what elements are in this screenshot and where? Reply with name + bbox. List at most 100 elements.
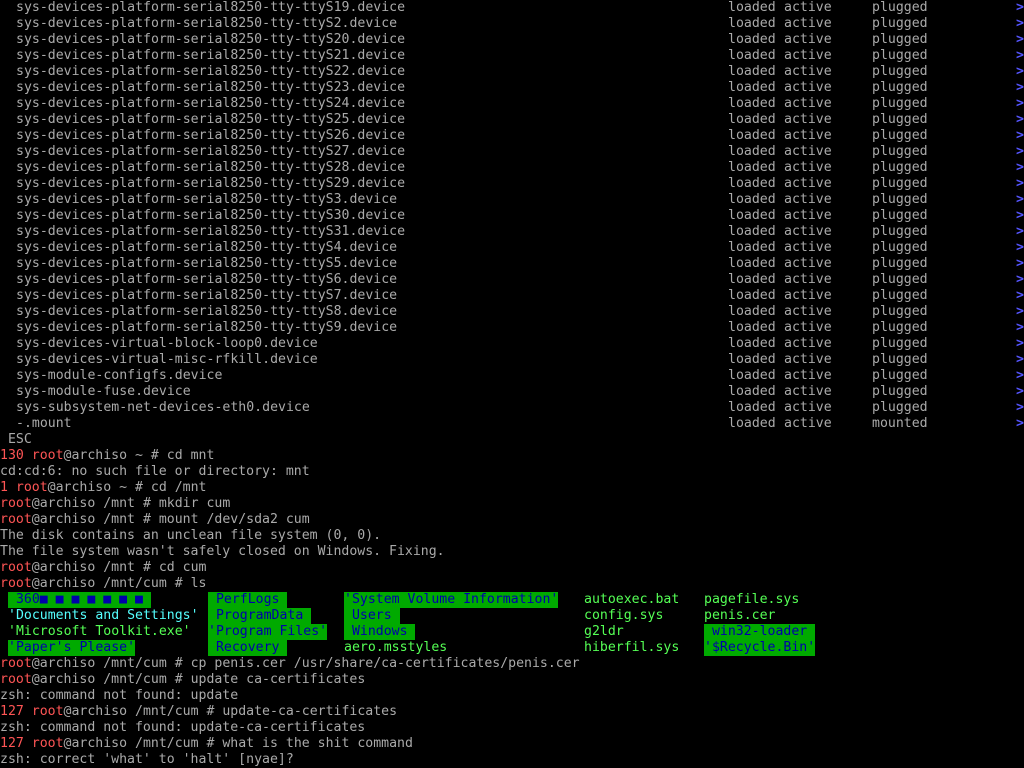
prompt-line: root@archiso /mnt # mkdir cum [0,496,1024,512]
ls-entry[interactable]: autoexec.bat [584,592,679,608]
scroll-right-icon[interactable]: > [1016,112,1024,128]
unit-sub-state: plugged [872,112,928,127]
ls-entry[interactable]: 'Microsoft Toolkit.exe' [8,624,191,640]
ls-entry[interactable]: aero.msstyles [344,640,447,656]
scroll-right-icon[interactable]: > [1016,128,1024,144]
ls-entry[interactable]: pagefile.sys [704,592,799,608]
scroll-right-icon[interactable]: > [1016,400,1024,416]
scroll-right-icon[interactable]: > [1016,336,1024,352]
ls-entry[interactable]: 'Program Files' [208,624,328,640]
scroll-right-icon[interactable]: > [1016,272,1024,288]
scroll-right-icon[interactable]: > [1016,96,1024,112]
unit-active-state: active [784,384,832,399]
unit-name: sys-devices-platform-serial8250-tty-ttyS… [16,128,406,143]
scroll-right-icon[interactable]: > [1016,416,1024,432]
ls-entry[interactable]: Recovery [208,640,288,656]
ls-entry[interactable]: g2ldr [584,624,624,640]
unit-row: sys-subsystem-net-devices-eth0.device loa… [0,400,1024,416]
scroll-right-icon[interactable]: > [1016,192,1024,208]
scroll-right-icon[interactable]: > [1016,64,1024,80]
scroll-right-icon[interactable]: > [1016,176,1024,192]
scroll-right-icon[interactable]: > [1016,80,1024,96]
scroll-right-icon[interactable]: > [1016,48,1024,64]
unit-sub-state: plugged [872,208,928,223]
unit-active-state: active [784,352,832,367]
unit-sub-state: plugged [872,176,928,191]
scroll-right-icon[interactable]: > [1016,256,1024,272]
unit-name: sys-devices-platform-serial8250-tty-ttyS… [16,224,406,239]
command-text: # mkdir cum [142,496,231,511]
unit-sub-state: plugged [872,160,928,175]
scroll-right-icon[interactable]: > [1016,208,1024,224]
scroll-right-icon[interactable]: > [1016,16,1024,32]
unit-sub-state: plugged [872,128,928,143]
unit-row: sys-devices-platform-serial8250-tty-ttyS… [0,256,1024,272]
unit-sub-state: plugged [872,304,928,319]
unit-row: sys-devices-platform-serial8250-tty-ttyS… [0,64,1024,80]
unit-active-state: active [784,304,832,319]
unit-sub-state: plugged [872,368,928,383]
scroll-right-icon[interactable]: > [1016,304,1024,320]
unit-row: sys-devices-virtual-block-loop0.device lo… [0,336,1024,352]
ls-entry[interactable]: '$Recycle.Bin' [704,640,816,656]
ls-entry[interactable]: Windows [344,624,416,640]
unit-row: sys-devices-platform-serial8250-tty-ttyS… [0,128,1024,144]
scroll-right-icon[interactable]: > [1016,144,1024,160]
ls-entry[interactable]: config.sys [584,608,663,624]
ls-entry[interactable]: 'Documents and Settings' [8,608,199,624]
command-text: # cd mnt [150,448,215,463]
ls-entry[interactable]: 360■ ■ ■ ■ ■ ■ ■ [8,592,151,608]
ls-entry[interactable]: Users [344,608,400,624]
unit-active-state: active [784,80,832,95]
ls-entry[interactable]: 'Paper's Please' [8,640,136,656]
unit-name: sys-devices-platform-serial8250-tty-ttyS… [16,144,406,159]
unit-active-state: active [784,64,832,79]
prompt-line: root@archiso /mnt/cum # ls [0,576,1024,592]
scroll-right-icon[interactable]: > [1016,160,1024,176]
unit-sub-state: mounted [872,416,928,431]
ls-entry[interactable]: PerfLogs [208,592,288,608]
unit-row: sys-devices-platform-serial8250-tty-ttyS… [0,32,1024,48]
unit-sub-state: plugged [872,240,928,255]
ls-entry[interactable]: hiberfil.sys [584,640,679,656]
unit-load-state: loaded [728,16,776,31]
scroll-right-icon[interactable]: > [1016,224,1024,240]
unit-load-state: loaded [728,288,776,303]
scroll-right-icon[interactable]: > [1016,240,1024,256]
unit-sub-state: plugged [872,96,928,111]
scroll-right-icon[interactable]: > [1016,368,1024,384]
unit-load-state: loaded [728,272,776,287]
unit-row: sys-devices-platform-serial8250-tty-ttyS… [0,0,1024,16]
ls-entry[interactable]: ProgramData [208,608,312,624]
scroll-right-icon[interactable]: > [1016,288,1024,304]
prompt-host: @archiso [31,672,96,687]
scroll-right-icon[interactable]: > [1016,32,1024,48]
ls-entry[interactable]: 'System Volume Information' [344,592,559,608]
scroll-right-icon[interactable]: > [1016,320,1024,336]
unit-name: sys-devices-platform-serial8250-tty-ttyS… [16,48,406,63]
unit-name: sys-devices-platform-serial8250-tty-ttyS… [16,32,406,47]
exit-status: 127 [0,736,24,751]
unit-active-state: active [784,144,832,159]
unit-row: sys-devices-platform-serial8250-tty-ttyS… [0,160,1024,176]
unit-row: -.mount loaded active mounted > [0,416,1024,432]
unit-name: sys-devices-platform-serial8250-tty-ttyS… [16,64,406,79]
command-text: # ls [174,576,207,591]
scroll-right-icon[interactable]: > [1016,384,1024,400]
prompt-user: root [0,512,32,527]
unit-load-state: loaded [728,32,776,47]
unit-active-state: active [784,32,832,47]
scroll-right-icon[interactable]: > [1016,352,1024,368]
unit-load-state: loaded [728,128,776,143]
unit-name: sys-devices-platform-serial8250-tty-ttyS… [16,96,406,111]
unit-load-state: loaded [728,304,776,319]
prompt-path: ~ [111,480,136,495]
unit-sub-state: plugged [872,192,928,207]
ls-entry[interactable]: win32-loader [704,624,816,640]
ls-entry[interactable]: penis.cer [704,608,775,624]
unit-name: sys-devices-platform-serial8250-tty-ttyS… [16,112,406,127]
scroll-right-icon[interactable]: > [1016,0,1024,16]
unit-sub-state: plugged [872,352,928,367]
unit-sub-state: plugged [872,336,928,351]
